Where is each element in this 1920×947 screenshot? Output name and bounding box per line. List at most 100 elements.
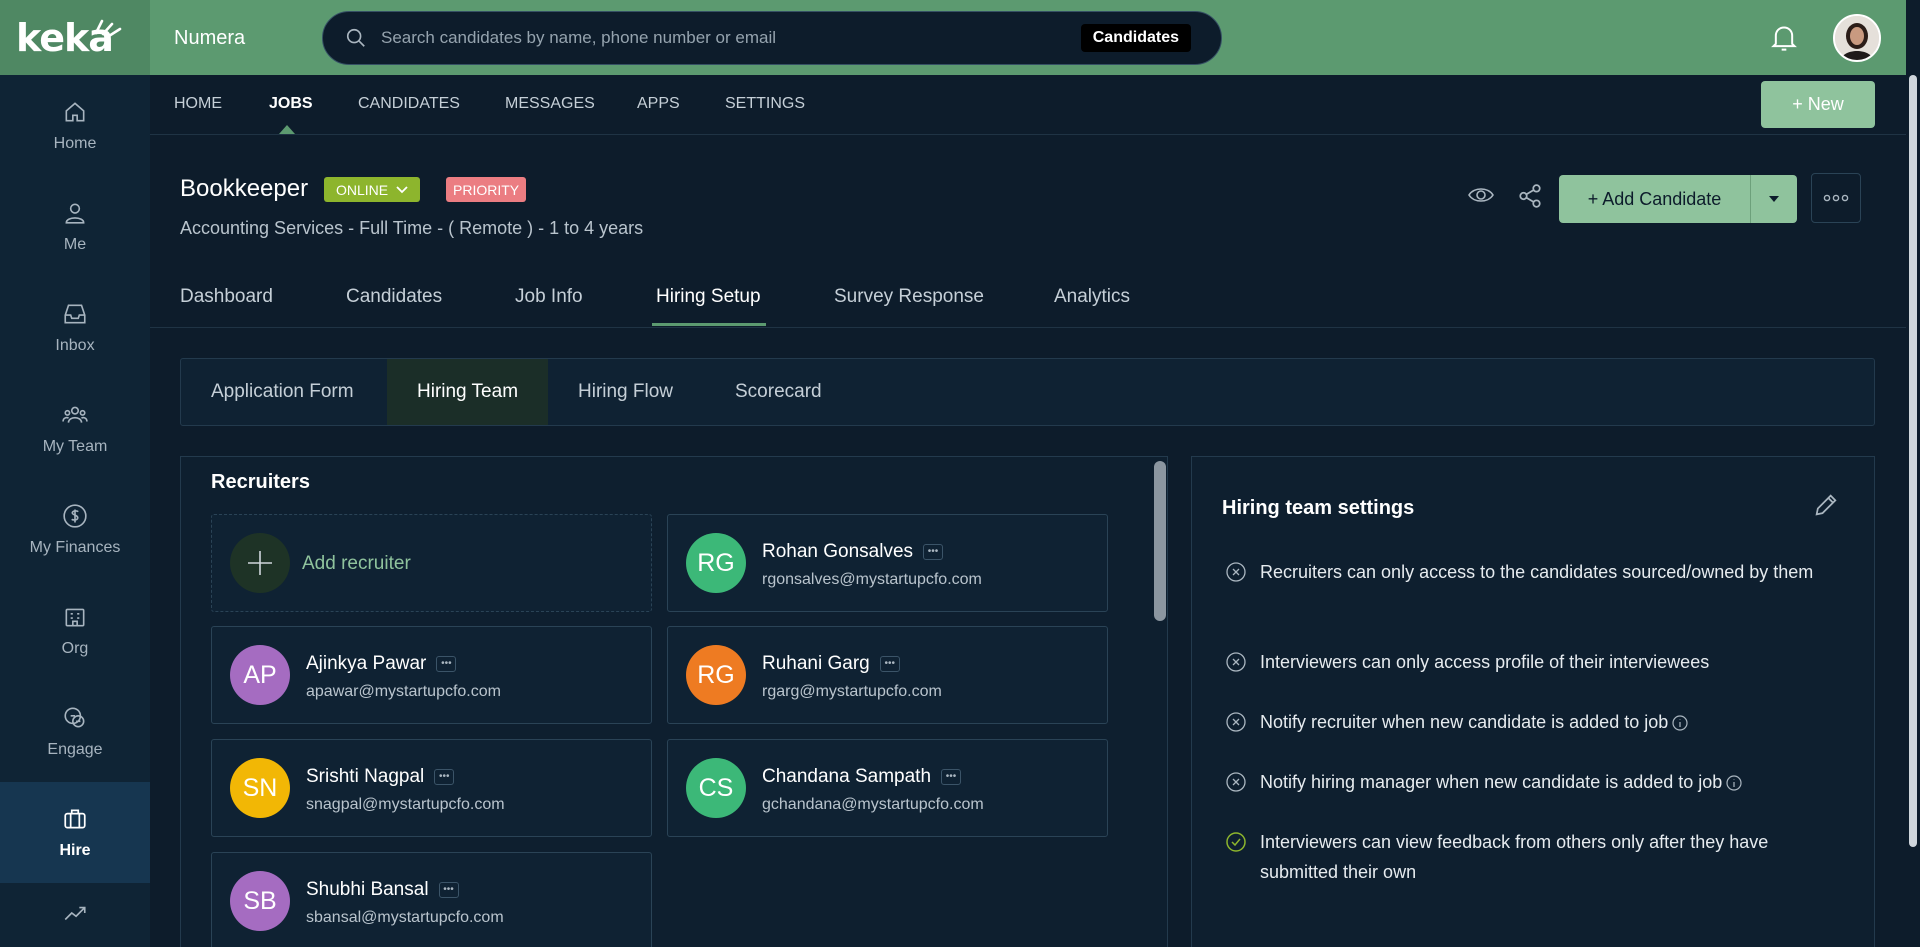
add-recruiter-icon-wrap xyxy=(230,533,290,593)
recruiter-card[interactable]: RG Ruhani Garg ••• rgarg@mystartupcfo.com xyxy=(667,626,1108,724)
search-input[interactable]: Search candidates by name, phone number … xyxy=(381,28,1081,48)
tab-candidates[interactable]: Candidates xyxy=(346,286,442,308)
recruiter-name: Chandana Sampath xyxy=(762,766,932,787)
search-bar[interactable]: Search candidates by name, phone number … xyxy=(322,11,1222,65)
add-candidate-button[interactable]: + Add Candidate xyxy=(1559,175,1751,223)
disabled-x-icon xyxy=(1226,562,1246,582)
chevron-down-icon xyxy=(396,185,408,193)
subtab-scorecard[interactable]: Scorecard xyxy=(735,359,822,425)
home-icon xyxy=(65,101,85,121)
recruiter-name: Srishti Nagpal xyxy=(306,766,425,787)
recruiter-email: rgonsalves@mystartupcfo.com xyxy=(762,571,982,588)
setting-text: Notify recruiter when new candidate is a… xyxy=(1260,712,1669,732)
pencil-icon[interactable] xyxy=(1812,491,1840,519)
sidebar-item-me[interactable]: Me xyxy=(0,176,150,277)
info-icon[interactable] xyxy=(1672,715,1688,731)
recruiter-name: Ruhani Garg xyxy=(762,653,870,674)
chat-icon xyxy=(64,706,85,727)
nav-candidates[interactable]: CANDIDATES xyxy=(358,95,460,113)
setting-text: Recruiters can only access to the candid… xyxy=(1260,562,1814,582)
sidebar-item-my-finances[interactable]: My Finances xyxy=(0,479,150,580)
search-icon xyxy=(346,28,365,47)
tab-survey-response[interactable]: Survey Response xyxy=(834,286,984,308)
recruiter-name: Rohan Gonsalves xyxy=(762,541,914,562)
avatar: CS xyxy=(686,758,746,818)
recruiter-menu-icon[interactable]: ••• xyxy=(879,656,900,672)
tab-analytics[interactable]: Analytics xyxy=(1054,286,1130,308)
setting-item: Notify hiring manager when new candidate… xyxy=(1226,767,1846,797)
new-button[interactable]: + New xyxy=(1761,81,1875,128)
main-nav: HOME JOBS CANDIDATES MESSAGES APPS SETTI… xyxy=(150,75,1906,135)
eye-icon[interactable] xyxy=(1467,184,1495,206)
share-icon[interactable] xyxy=(1517,183,1543,209)
sidebar-item-engage[interactable]: Engage xyxy=(0,681,150,782)
sidebar-item-my-team[interactable]: My Team xyxy=(0,378,150,479)
sidebar-item-org[interactable]: Org xyxy=(0,580,150,681)
recruiter-card[interactable]: SB Shubhi Bansal ••• sbansal@mystartupcfo… xyxy=(211,852,652,947)
tab-dashboard[interactable]: Dashboard xyxy=(180,286,273,308)
recruiter-menu-icon[interactable]: ••• xyxy=(923,544,944,560)
recruiter-menu-icon[interactable]: ••• xyxy=(438,882,459,898)
user-icon xyxy=(65,203,85,224)
recruiter-card[interactable]: AP Ajinkya Pawar ••• apawar@mystartupcfo.… xyxy=(211,626,652,724)
logo-rays-icon xyxy=(94,19,122,37)
recruiter-email: rgarg@mystartupcfo.com xyxy=(762,683,942,700)
info-icon[interactable] xyxy=(1726,775,1742,791)
building-icon xyxy=(65,608,85,626)
tab-job-info[interactable]: Job Info xyxy=(515,286,583,308)
sidebar-item-analytics[interactable] xyxy=(0,883,150,943)
recruiter-menu-icon[interactable]: ••• xyxy=(436,656,457,672)
recruiter-card[interactable]: SN Srishti Nagpal ••• snagpal@mystartupcf… xyxy=(211,739,652,837)
briefcase-icon xyxy=(64,808,86,829)
recruiter-menu-icon[interactable]: ••• xyxy=(434,769,455,785)
add-recruiter-card[interactable]: Add recruiter xyxy=(211,514,652,612)
add-candidate-dropdown[interactable] xyxy=(1751,175,1797,223)
more-options-button[interactable] xyxy=(1811,173,1861,223)
tab-hiring-setup[interactable]: Hiring Setup xyxy=(656,286,761,308)
recruiter-card[interactable]: CS Chandana Sampath ••• gchandana@mystart… xyxy=(667,739,1108,837)
add-recruiter-label: Add recruiter xyxy=(302,553,411,574)
avatar: AP xyxy=(230,645,290,705)
nav-jobs[interactable]: JOBS xyxy=(269,95,313,113)
avatar: SB xyxy=(230,871,290,931)
recruiter-email: apawar@mystartupcfo.com xyxy=(306,683,501,700)
priority-badge: PRIORITY xyxy=(446,177,527,202)
user-avatar[interactable] xyxy=(1833,14,1881,62)
recruiter-email: sbansal@mystartupcfo.com xyxy=(306,909,504,926)
sidebar-item-inbox[interactable]: Inbox xyxy=(0,277,150,378)
keka-logo[interactable]: keka xyxy=(0,0,150,75)
inbox-icon xyxy=(64,304,86,323)
recruiter-name: Shubhi Bansal xyxy=(306,879,429,900)
sidebar-item-hire[interactable]: Hire xyxy=(0,782,150,883)
add-candidate-split-button: + Add Candidate xyxy=(1559,175,1797,223)
nav-messages[interactable]: MESSAGES xyxy=(505,95,595,113)
disabled-x-icon xyxy=(1226,652,1246,672)
subtab-application-form[interactable]: Application Form xyxy=(211,359,354,425)
hiring-team-settings-panel: Hiring team settings Recruiters can only… xyxy=(1191,456,1875,947)
team-icon xyxy=(62,406,88,423)
avatar-image xyxy=(1835,16,1879,60)
recruiter-email: gchandana@mystartupcfo.com xyxy=(762,796,984,813)
recruiters-scrollbar[interactable] xyxy=(1154,461,1166,947)
nav-settings[interactable]: SETTINGS xyxy=(725,95,805,113)
setting-item: Interviewers can view feedback from othe… xyxy=(1226,827,1846,887)
sidebar-item-home[interactable]: Home xyxy=(0,75,150,176)
search-scope-chip[interactable]: Candidates xyxy=(1080,24,1191,52)
job-title: Bookkeeper xyxy=(180,175,309,202)
nav-home[interactable]: HOME xyxy=(174,95,222,113)
setting-item: Interviewers can only access profile of … xyxy=(1226,647,1846,677)
status-dropdown[interactable]: ONLINE xyxy=(324,177,421,202)
subtab-hiring-team[interactable]: Hiring Team xyxy=(387,359,549,425)
recruiters-scrollbar-thumb[interactable] xyxy=(1154,461,1166,621)
recruiter-menu-icon[interactable]: ••• xyxy=(941,769,962,785)
page-scrollbar[interactable] xyxy=(1906,0,1920,947)
setting-item: Notify recruiter when new candidate is a… xyxy=(1226,707,1846,737)
nav-apps[interactable]: APPS xyxy=(637,95,680,113)
subtab-hiring-flow[interactable]: Hiring Flow xyxy=(578,359,673,425)
bell-icon[interactable] xyxy=(1770,22,1798,54)
active-tab-underline xyxy=(652,323,766,326)
recruiter-card[interactable]: RG Rohan Gonsalves ••• rgonsalves@mystart… xyxy=(667,514,1108,612)
avatar: SN xyxy=(230,758,290,818)
page-scrollbar-thumb[interactable] xyxy=(1909,75,1917,847)
org-name[interactable]: Numera xyxy=(174,27,245,50)
